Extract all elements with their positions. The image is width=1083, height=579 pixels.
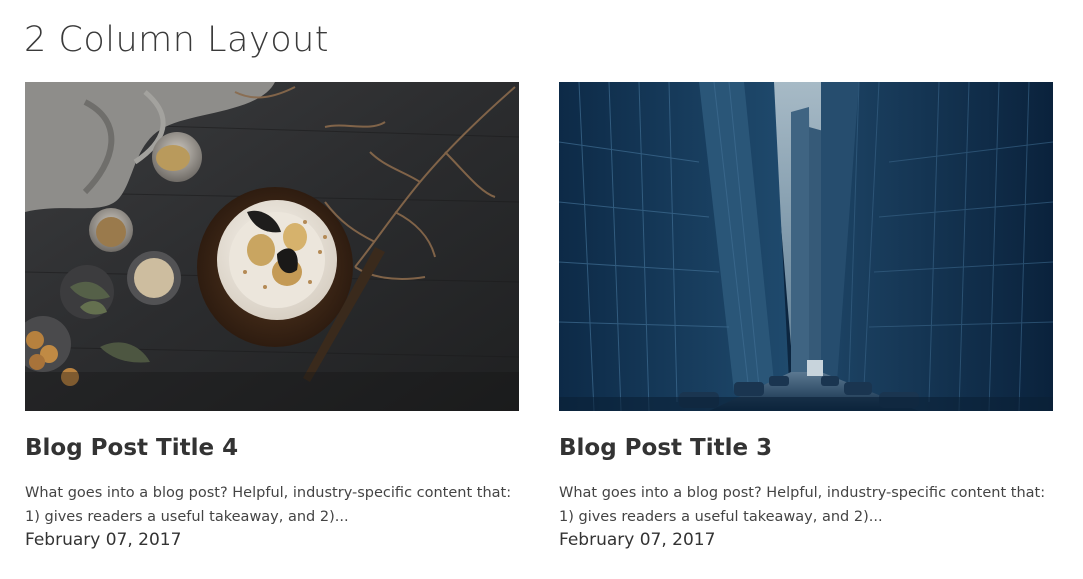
post-3-date: February 07, 2017 bbox=[559, 530, 716, 550]
post-3-excerpt-line2: 1) gives readers a useful takeaway, and … bbox=[559, 509, 883, 525]
post-3-image-link[interactable] bbox=[559, 82, 1053, 411]
post-4-excerpt: What goes into a blog post? Helpful, ind… bbox=[25, 481, 525, 529]
post-4-title: Blog Post Title 4 bbox=[25, 435, 519, 461]
section-title: 2 Column Layout bbox=[24, 20, 330, 60]
food-photo-image bbox=[25, 82, 519, 411]
post-3-title: Blog Post Title 3 bbox=[559, 435, 1053, 461]
blog-card-post-4: Blog Post Title 4 What goes into a blog … bbox=[25, 82, 519, 550]
blog-listing-page: 2 Column Layout Blog Post Title 4 What g… bbox=[0, 0, 1083, 579]
blog-card-post-3: Blog Post Title 3 What goes into a blog … bbox=[559, 82, 1053, 550]
post-4-excerpt-line1: What goes into a blog post? Helpful, ind… bbox=[25, 485, 512, 501]
post-4-title-link[interactable]: Blog Post Title 4 bbox=[25, 435, 238, 461]
post-4-image-link[interactable] bbox=[25, 82, 519, 411]
post-3-title-link[interactable]: Blog Post Title 3 bbox=[559, 435, 772, 461]
post-3-excerpt: What goes into a blog post? Helpful, ind… bbox=[559, 481, 1059, 529]
post-4-excerpt-line2: 1) gives readers a useful takeaway, and … bbox=[25, 509, 349, 525]
post-4-date: February 07, 2017 bbox=[25, 530, 182, 550]
post-3-excerpt-line1: What goes into a blog post? Helpful, ind… bbox=[559, 485, 1046, 501]
city-street-photo-image bbox=[559, 82, 1053, 411]
